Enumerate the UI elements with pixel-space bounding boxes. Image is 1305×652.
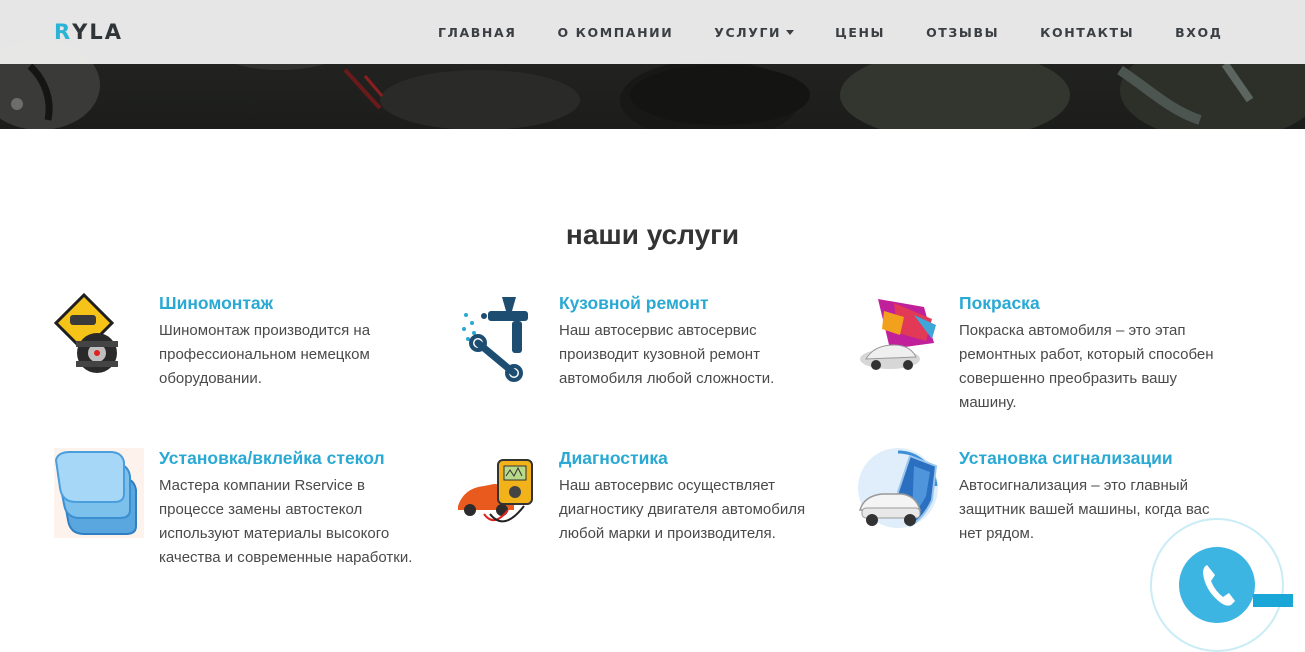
car-paint-icon [854,293,944,383]
service-item-tires: Шиномонтаж Шиномонтаж производится на пр… [53,292,434,443]
main-nav: ГЛАВНАЯ О КОМПАНИИ УСЛУГИ ЦЕНЫ ОТЗЫВЫ КО… [417,0,1243,64]
car-alarm-shield-icon [854,448,944,538]
service-title[interactable]: Покраска [959,293,1040,314]
callback-button[interactable] [1179,547,1255,623]
service-title[interactable]: Установка сигнализации [959,448,1173,469]
service-item-painting: Покраска Покраска автомобиля – это этап … [854,293,1234,443]
service-title[interactable]: Кузовной ремонт [559,293,709,314]
chevron-down-icon [786,29,795,35]
nav-home[interactable]: ГЛАВНАЯ [417,25,537,40]
nav-prices[interactable]: ЦЕНЫ [815,25,906,40]
phone-icon [1203,565,1235,606]
nav-contacts[interactable]: КОНТАКТЫ [1020,25,1155,40]
service-description: Наш автосервис осуществляет диагностику … [559,477,806,542]
nav-login[interactable]: ВХОД [1155,25,1243,40]
nav-about[interactable]: О КОМПАНИИ [537,25,694,40]
brand-logo[interactable]: R YLA [54,19,123,45]
service-description: Шиномонтаж производится на профессиональ… [159,322,371,387]
services-section-title: наши услуги [565,219,740,250]
logo-accent-letter: R [54,20,73,44]
service-title[interactable]: Установка/вклейка стекол [159,448,385,469]
top-navbar: R YLA ГЛАВНАЯ О КОМПАНИИ УСЛУГИ ЦЕНЫ ОТЗЫ… [0,0,1305,64]
service-description: Покраска автомобиля – это этап ремонтных… [959,322,1214,411]
nav-reviews[interactable]: ОТЗЫВЫ [906,25,1020,40]
tire-service-icon [53,292,144,383]
nav-services-dropdown[interactable]: УСЛУГИ [694,25,815,40]
logo-text: YLA [72,20,124,44]
service-description: Наш автосервис автосервис производит куз… [559,322,775,387]
service-item-diagnostics: Диагностика Наш автосервис осуществляет … [454,448,834,598]
service-title[interactable]: Шиномонтаж [159,293,273,314]
service-description: Мастера компании Rservice в процессе зам… [159,477,413,566]
service-title[interactable]: Диагностика [559,448,668,469]
scroll-to-top-button[interactable] [1253,594,1293,607]
car-diagnostic-icon [454,448,544,538]
service-item-glass: Установка/вклейка стекол Мастера компани… [54,448,434,598]
service-item-body-repair: Кузовной ремонт Наш автосервис автосерви… [454,293,834,443]
nav-services-label: УСЛУГИ [714,24,782,40]
glass-panes-icon [54,448,144,538]
spray-gun-wrench-icon [454,293,544,383]
